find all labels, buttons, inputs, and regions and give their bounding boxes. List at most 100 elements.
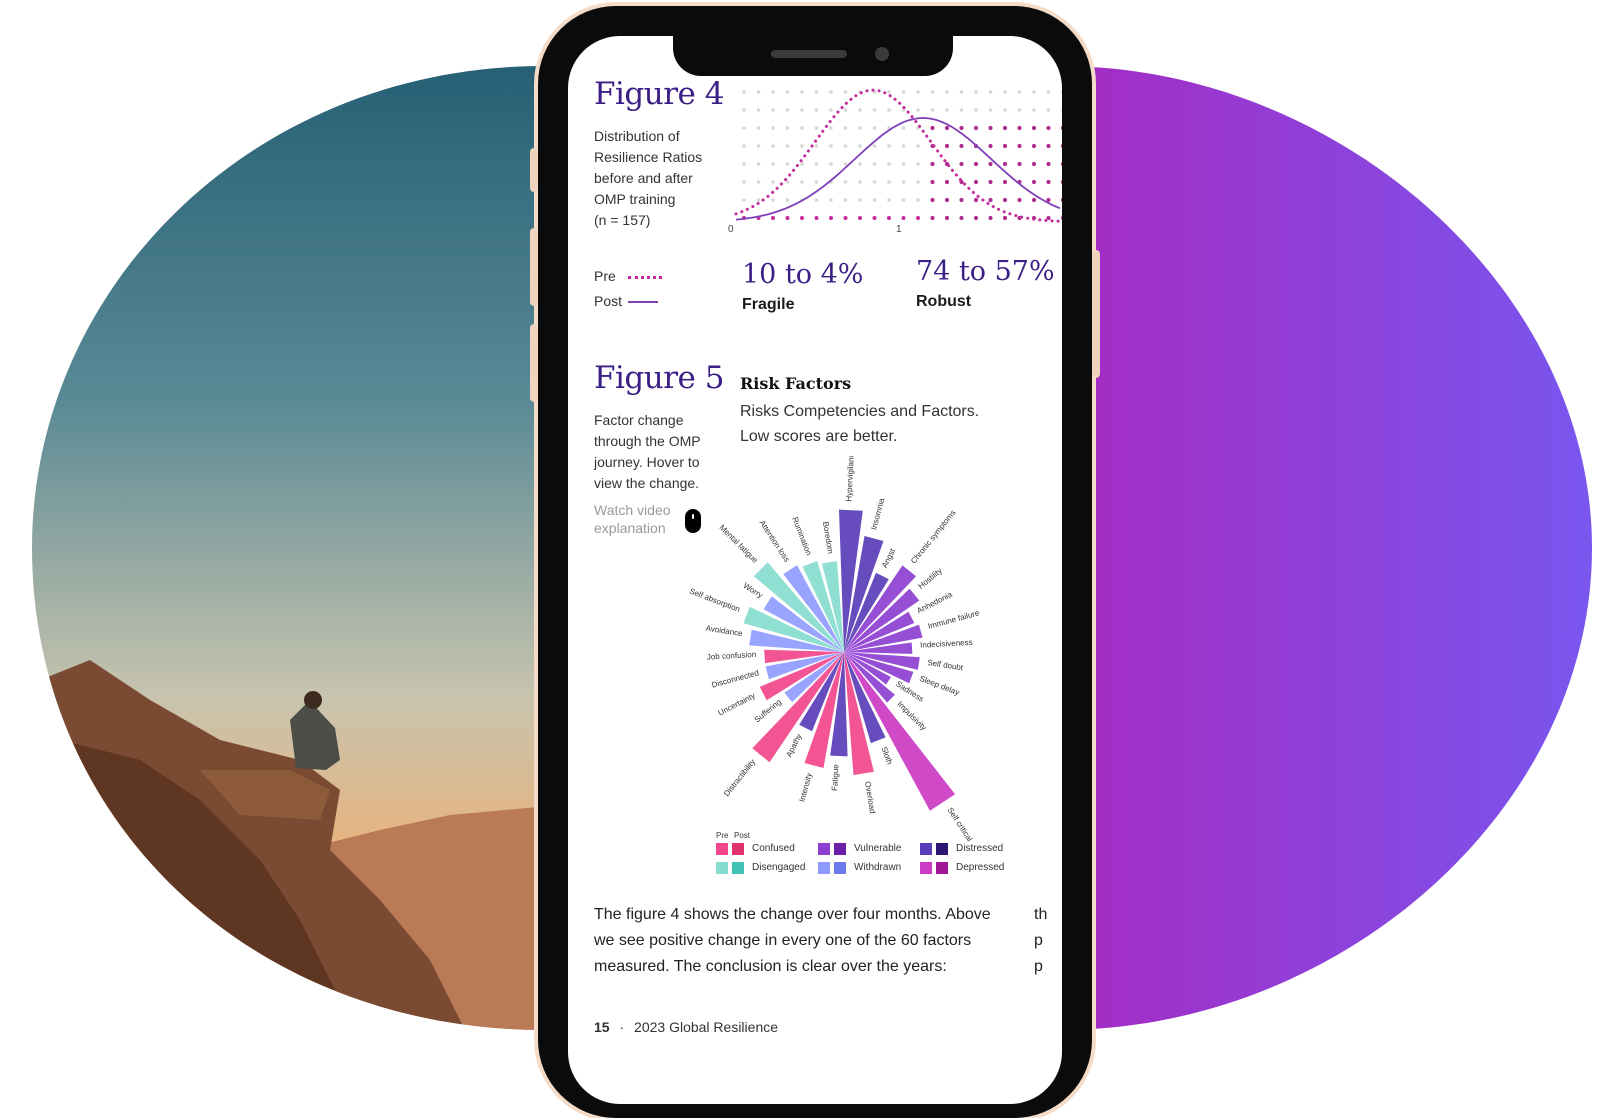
radial-label: Attention loss	[758, 519, 792, 564]
legend-swatch-post	[936, 862, 948, 874]
grid-dot	[916, 180, 920, 184]
legend-swatch-pre	[818, 843, 830, 855]
grid-dot	[959, 108, 964, 112]
grid-dot	[800, 180, 804, 184]
legend-label: Distressed	[956, 843, 1004, 854]
grid-dot	[930, 161, 935, 167]
grid-dot	[756, 198, 761, 202]
grid-dot	[843, 162, 848, 166]
grid-dot	[742, 90, 746, 94]
legend-swatch-pre	[716, 843, 728, 855]
grid-dot	[930, 197, 935, 203]
purple-blob	[1060, 66, 1592, 1030]
grid-dot	[901, 216, 906, 220]
grid-dot	[887, 162, 891, 166]
radial-label: Fatigue	[830, 764, 840, 792]
legend-swatch-post	[732, 843, 744, 855]
radial-label: Disconnected	[711, 668, 760, 689]
grid-dot	[916, 90, 920, 94]
grid-dot	[872, 198, 877, 202]
grid-dot	[901, 90, 906, 94]
legend-label: Disengaged	[752, 862, 806, 873]
legend-swatch-pre	[716, 862, 728, 874]
grid-dot	[872, 162, 877, 166]
grid-dot	[1060, 162, 1062, 166]
grid-dot	[771, 90, 775, 94]
grid-dot	[858, 162, 862, 166]
risk-factors-heading: Risk Factors	[740, 374, 852, 393]
radial-label: Avoidance	[705, 624, 744, 639]
series-line-pre	[734, 88, 1062, 223]
grid-dot	[785, 198, 790, 202]
grid-dot	[1002, 161, 1008, 167]
grid-dot	[872, 108, 877, 112]
x-tick-0: 0	[728, 224, 734, 235]
grid-dot	[1031, 143, 1037, 149]
legend-swatch-post	[936, 843, 948, 855]
next-column-cutoff: th p p	[1034, 906, 1048, 975]
grid-dot	[887, 216, 891, 220]
grid-dot	[1017, 197, 1022, 203]
grid-dot	[814, 216, 819, 220]
grid-dot	[959, 90, 964, 94]
radial-label: Uncertainty	[717, 691, 757, 718]
grid-dot	[1003, 90, 1007, 94]
grid-dot	[843, 126, 848, 130]
grid-dot	[1061, 90, 1062, 94]
grid-dot	[959, 143, 964, 149]
grid-dot	[843, 216, 848, 220]
legend-header-post: Post	[734, 831, 751, 840]
legend-label: Confused	[752, 843, 795, 854]
grid-dot	[800, 108, 804, 112]
grid-dot	[916, 108, 920, 112]
radial-label: Sloth	[879, 745, 894, 765]
grid-dot	[1046, 108, 1051, 112]
grid-dot	[858, 216, 862, 220]
radial-bar-chart: Hypervigilance Insomnia Angst Chronic sympt…	[688, 456, 981, 843]
grid-dot	[930, 179, 935, 185]
phone-screen: Figure 4 Distribution of Resilience Rati…	[568, 36, 1062, 1104]
grid-dot	[1032, 108, 1036, 112]
grid-dot	[1017, 143, 1022, 149]
camera-icon	[875, 47, 889, 61]
legend-label: Vulnerable	[854, 843, 902, 854]
grid-dot	[974, 90, 978, 94]
grid-dot	[887, 180, 891, 184]
dot-grid	[742, 90, 1062, 221]
figure4-description: Distribution of Resilience Ratios before…	[594, 128, 703, 228]
grid-dot	[988, 179, 993, 185]
grid-dot	[843, 180, 848, 184]
volume-down-button	[530, 324, 538, 402]
figure4-title: Figure 4	[594, 76, 724, 112]
radial-label: Sleep delay	[918, 674, 960, 697]
stat-fragile-label: Fragile	[742, 296, 795, 313]
grid-dot	[843, 108, 848, 112]
grid-dot	[1060, 216, 1062, 220]
grid-dot	[959, 125, 964, 131]
grid-dot	[1002, 143, 1008, 149]
grid-dot	[872, 126, 877, 130]
radial-label: Overload	[863, 781, 877, 814]
grid-dot	[829, 162, 833, 166]
watch-video-link[interactable]: Watch video explanation	[594, 501, 671, 537]
grid-dot	[1046, 125, 1051, 131]
x-tick-1: 1	[896, 224, 902, 235]
legend-post-label: Post	[594, 293, 623, 309]
grid-dot	[916, 198, 920, 202]
legend-swatch-pre	[818, 862, 830, 874]
grid-dot	[930, 215, 935, 221]
grid-dot	[1061, 108, 1062, 112]
grid-dot	[945, 108, 949, 112]
grid-dot	[887, 198, 891, 202]
grid-dot	[988, 161, 993, 167]
grid-dot	[988, 215, 993, 221]
grid-dot	[973, 179, 979, 185]
grid-dot	[829, 144, 833, 148]
radial-label: Distractibility	[722, 758, 757, 799]
grid-dot	[973, 197, 979, 203]
mute-switch	[530, 148, 538, 192]
grid-dot	[814, 198, 819, 202]
grid-dot	[916, 144, 920, 148]
grid-dot	[1002, 179, 1008, 185]
grid-dot	[1002, 215, 1008, 221]
